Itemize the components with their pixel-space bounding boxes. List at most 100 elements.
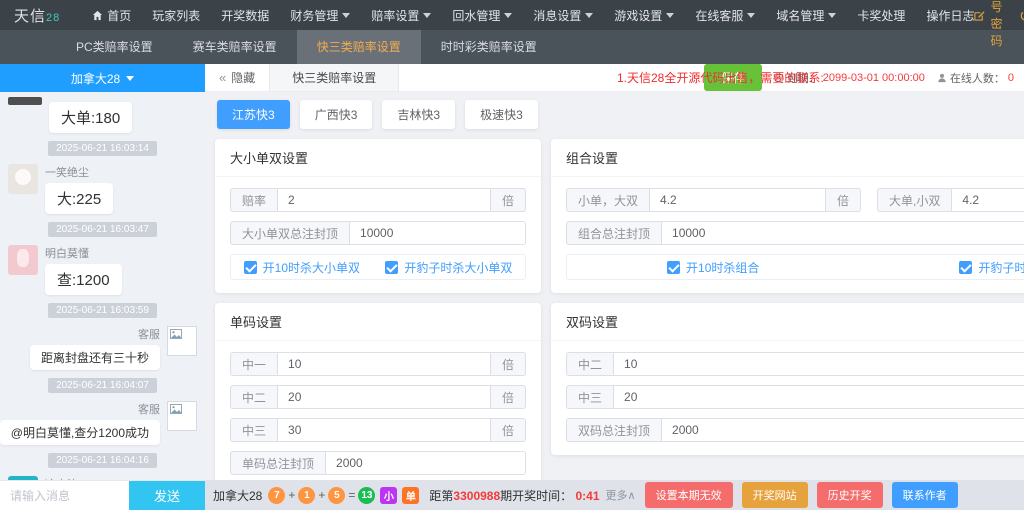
app-window: 天信28 首页 玩家列表 开奖数据 财务管理 赔率设置 回水管理 消息设置 游戏… bbox=[0, 0, 1024, 510]
unit-label: 倍 bbox=[491, 352, 526, 376]
avatar[interactable] bbox=[8, 164, 38, 194]
main-panel: « 隐藏 快三类赔率设置 1.天信28全开源代码出售，需要的联系: 保存 到期：… bbox=[205, 64, 1024, 510]
subnav-racing-odds[interactable]: 赛车类赔率设置 bbox=[173, 30, 297, 64]
invalidate-period-button[interactable]: 设置本期无效 bbox=[645, 482, 733, 508]
nav-item-domain[interactable]: 域名管理 bbox=[776, 7, 836, 24]
odds-input[interactable] bbox=[277, 352, 491, 376]
checkbox-checked-icon[interactable] bbox=[667, 261, 680, 274]
checkbox-checked-icon[interactable] bbox=[959, 261, 972, 274]
chat-timestamp: 2025-06-21 16:03:59 bbox=[48, 303, 157, 318]
card-double-code-settings: 双码设置 中二 倍 中三 倍 双码总注封顶 bbox=[551, 303, 1024, 455]
settings-content: 江苏快3 广西快3 吉林快3 极速快3 大小单双设置 赔率 倍 bbox=[205, 92, 1024, 480]
nav-item-rebate[interactable]: 回水管理 bbox=[452, 7, 512, 24]
field-label: 大小单双总注封顶 bbox=[230, 221, 349, 245]
chat-username: 一笑绝尘 bbox=[45, 164, 113, 180]
draw-history-button[interactable]: 历史开奖 bbox=[817, 482, 883, 508]
nav-item-card-award[interactable]: 卡奖处理 bbox=[857, 7, 905, 24]
more-toggle[interactable]: 更多∧ bbox=[606, 487, 636, 503]
field-label: 中二 bbox=[566, 352, 613, 376]
subnav-kuai3-odds[interactable]: 快三类赔率设置 bbox=[297, 30, 421, 64]
chat-bubble: @明白莫懂,查分1200成功 bbox=[0, 420, 160, 445]
chat-bubble: 距离封盘还有三十秒 bbox=[30, 345, 160, 370]
field-label: 中三 bbox=[230, 418, 277, 442]
tab-jilin-k3[interactable]: 吉林快3 bbox=[382, 100, 455, 129]
nav-item-finance[interactable]: 财务管理 bbox=[290, 7, 350, 24]
cap-input[interactable] bbox=[661, 418, 1024, 442]
nav-item-service[interactable]: 在线客服 bbox=[695, 7, 755, 24]
tab-jiangsu-k3[interactable]: 江苏快3 bbox=[217, 100, 290, 129]
odds-input[interactable] bbox=[951, 188, 1024, 212]
subnav-ssc-odds[interactable]: 时时彩类赔率设置 bbox=[421, 30, 557, 64]
broken-image-avatar[interactable] bbox=[167, 401, 197, 431]
tab-jisu-k3[interactable]: 极速快3 bbox=[465, 100, 538, 129]
card-title: 单码设置 bbox=[230, 312, 282, 331]
chat-bubble: 大单:180 bbox=[49, 102, 132, 133]
nav-item-home[interactable]: 首页 bbox=[92, 7, 131, 24]
app-logo: 天信28 bbox=[14, 5, 60, 26]
bottom-status-bar: 加拿大28 7 + 1 + 5 = 13 小 单 距第3300988期开奖时间：… bbox=[205, 480, 1024, 510]
expire-value: 2099-03-01 00:00:00 bbox=[823, 72, 925, 84]
checkbox-checked-icon[interactable] bbox=[244, 261, 257, 274]
checkbox-kill-combo-on-triple[interactable]: 开豹子时杀组合 bbox=[959, 259, 1024, 276]
cap-input[interactable] bbox=[349, 221, 526, 245]
online-count-value: 0 bbox=[1008, 72, 1014, 84]
breadcrumb-bar: « 隐藏 快三类赔率设置 1.天信28全开源代码出售，需要的联系: 保存 到期：… bbox=[205, 64, 1024, 92]
nav-item-message[interactable]: 消息设置 bbox=[533, 7, 593, 24]
checkbox-kill-dxdd-on-triple[interactable]: 开豹子时杀大小单双 bbox=[385, 259, 512, 276]
nav-item-odds[interactable]: 赔率设置 bbox=[371, 7, 431, 24]
nav-item-logs[interactable]: 操作日志 bbox=[926, 7, 974, 24]
send-button[interactable]: 发送 bbox=[129, 481, 205, 510]
draw-website-button[interactable]: 开奖网站 bbox=[742, 482, 808, 508]
draw-sum-ball: 13 bbox=[358, 487, 375, 504]
unit-label: 倍 bbox=[491, 188, 526, 212]
online-count-info: 在线人数： 0 bbox=[937, 70, 1014, 86]
home-icon bbox=[92, 10, 103, 21]
nav-item-draw-data[interactable]: 开奖数据 bbox=[221, 7, 269, 24]
subnav-pc-odds[interactable]: PC类赔率设置 bbox=[56, 30, 173, 64]
next-draw-countdown: 距第3300988期开奖时间： 0:41 bbox=[429, 487, 599, 504]
avatar[interactable] bbox=[8, 245, 38, 275]
unit-label: 倍 bbox=[826, 188, 861, 212]
tab-guangxi-k3[interactable]: 广西快3 bbox=[300, 100, 373, 129]
checkbox-kill-dxdd-on-10[interactable]: 开10时杀大小单双 bbox=[244, 259, 360, 276]
card-dxdd-settings: 大小单双设置 赔率 倍 大小单双总注封顶 开10时杀大小单双 bbox=[215, 139, 541, 293]
unit-label: 倍 bbox=[491, 385, 526, 409]
cap-input[interactable] bbox=[661, 221, 1024, 245]
field-label: 单码总注封顶 bbox=[230, 451, 325, 475]
odds-input[interactable] bbox=[613, 352, 1024, 376]
collapse-sidebar-button[interactable]: « 隐藏 bbox=[205, 64, 269, 91]
checkbox-checked-icon[interactable] bbox=[385, 261, 398, 274]
odds-input[interactable] bbox=[277, 385, 491, 409]
logout-button[interactable]: 退出 bbox=[1020, 0, 1024, 32]
nav-item-game[interactable]: 游戏设置 bbox=[614, 7, 674, 24]
account-password-button[interactable]: 账号密码 bbox=[974, 0, 1002, 49]
power-icon bbox=[1020, 10, 1024, 21]
field-label: 组合总注封顶 bbox=[566, 221, 661, 245]
card-single-code-settings: 单码设置 中一 倍 中二 倍 中三 bbox=[215, 303, 541, 480]
checkbox-kill-combo-on-10[interactable]: 开10时杀组合 bbox=[667, 259, 759, 276]
chevron-down-icon bbox=[423, 13, 431, 18]
chat-room-selector[interactable]: 加拿大28 bbox=[0, 64, 205, 92]
chat-username: 明白莫懂 bbox=[45, 245, 122, 261]
odds-input[interactable] bbox=[277, 418, 491, 442]
chat-username: 客服 bbox=[138, 401, 160, 417]
cap-input[interactable] bbox=[325, 451, 526, 475]
odds-input[interactable] bbox=[277, 188, 491, 212]
double-chevron-left-icon: « bbox=[219, 70, 226, 85]
page-tab-kuai3-odds[interactable]: 快三类赔率设置 bbox=[269, 64, 399, 91]
field-label: 大单,小双 bbox=[877, 188, 951, 212]
chevron-down-icon bbox=[666, 13, 674, 18]
chevron-down-icon bbox=[828, 13, 836, 18]
field-label: 中三 bbox=[566, 385, 613, 409]
broken-image-avatar[interactable] bbox=[167, 326, 197, 356]
sub-navbar: PC类赔率设置 赛车类赔率设置 快三类赔率设置 时时彩类赔率设置 bbox=[0, 30, 1024, 64]
odds-input[interactable] bbox=[613, 385, 1024, 409]
chat-message-list[interactable]: 大单:180 2025-06-21 16:03:14 一笑绝尘 大:225 20… bbox=[0, 92, 205, 480]
nav-item-players[interactable]: 玩家列表 bbox=[152, 7, 200, 24]
odds-input[interactable] bbox=[649, 188, 826, 212]
chat-message-input[interactable] bbox=[0, 481, 129, 510]
plus-sign: + bbox=[318, 488, 325, 502]
contact-author-button[interactable]: 联系作者 bbox=[892, 482, 958, 508]
chat-timestamp: 2025-06-21 16:04:07 bbox=[48, 378, 157, 393]
field-label: 小单，大双 bbox=[566, 188, 649, 212]
